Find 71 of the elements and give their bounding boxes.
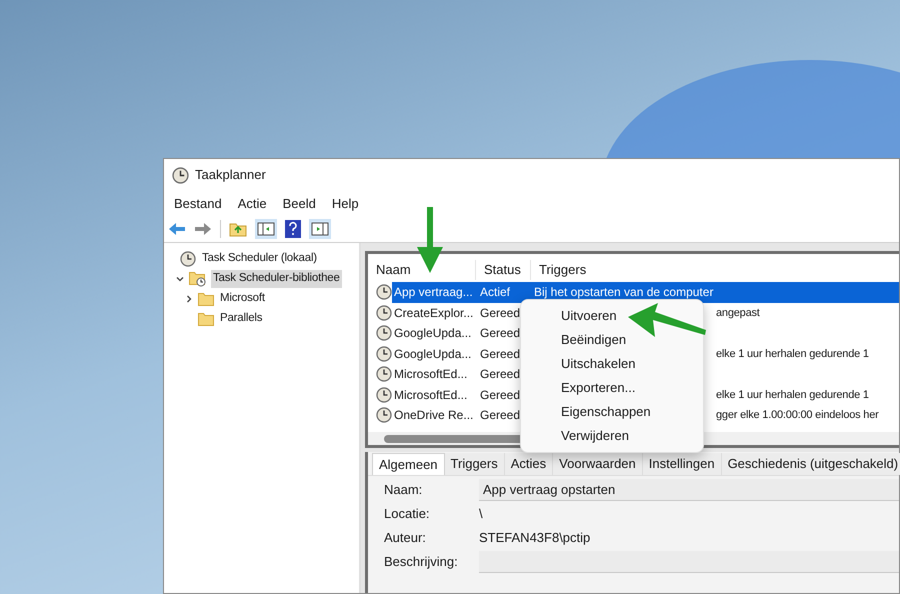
table-cell-text: Gereed [479, 304, 522, 322]
clock-icon [376, 407, 392, 424]
tree-item[interactable]: Parallels [218, 310, 264, 328]
tree-item[interactable]: Task Scheduler (lokaal) [200, 250, 319, 268]
table-cell-text: angepast [716, 306, 760, 320]
panel-icon[interactable] [309, 219, 331, 239]
table-cell-text: Gereed [479, 325, 522, 342]
menu-item[interactable]: Uitschakelen [521, 352, 703, 376]
clock-icon [180, 251, 196, 267]
forward-arrow-icon[interactable] [194, 222, 212, 236]
tab[interactable]: Instellingen [642, 453, 722, 475]
clock-icon [376, 325, 392, 342]
tab[interactable]: Voorwaarden [553, 453, 643, 475]
clock-icon [376, 346, 392, 362]
clock-icon [376, 304, 392, 321]
table-cell-text: elke 1 uur herhalen gedurende 1 [716, 346, 869, 362]
table-cell[interactable]: GoogleUpda... [392, 323, 476, 344]
menu-item[interactable]: Actie [232, 194, 273, 214]
clock-icon [376, 386, 392, 403]
tab[interactable]: Acties [504, 453, 554, 475]
folder-icon [198, 292, 214, 306]
panel-icon[interactable] [255, 219, 277, 239]
menu-item[interactable]: Uitvoeren [521, 304, 703, 328]
table-cell-text: Gereed [479, 386, 522, 404]
clock-icon [376, 366, 392, 382]
chevron-right-icon[interactable] [184, 294, 194, 304]
tab[interactable]: Triggers [444, 453, 505, 475]
table-cell[interactable]: MicrosoftEd... [392, 364, 476, 384]
clock-icon [172, 166, 189, 184]
table-cell[interactable]: OneDrive Re... [392, 405, 476, 426]
chevron-down-icon[interactable] [175, 274, 185, 284]
input-field[interactable]: App vertraag opstarten [479, 479, 899, 501]
table-cell[interactable]: GoogleUpda... [392, 344, 476, 364]
tab[interactable]: Algemeen [372, 453, 445, 475]
table-cell[interactable]: App vertraag... [392, 282, 476, 302]
menu-item[interactable]: Beeld [276, 194, 322, 214]
table-cell-text: Gereed [479, 366, 522, 384]
menu-item[interactable]: Help [326, 194, 365, 214]
field-value: STEFAN43F8\pctip [479, 529, 590, 548]
column-header[interactable]: Triggers [531, 260, 899, 280]
clock-icon [376, 284, 392, 300]
table-cell: Actief [476, 282, 526, 302]
field-value: \ [479, 505, 483, 524]
table-cell-text: Gereed [479, 346, 522, 363]
menu-item[interactable]: Beëindigen [521, 328, 703, 352]
menu-item[interactable]: Verwijderen [521, 424, 703, 448]
folder-icon [198, 312, 214, 326]
help-icon[interactable] [285, 220, 301, 238]
input-field[interactable] [479, 551, 899, 573]
field-label: Auteur: [384, 529, 427, 548]
tree-item[interactable]: Microsoft [218, 290, 267, 308]
menu-item[interactable]: Bestand [168, 194, 228, 214]
tab[interactable]: Geschiedenis (uitgeschakeld) [722, 453, 900, 475]
arrow-drawing [415, 207, 445, 273]
tree-item[interactable]: Task Scheduler-bibliothee [211, 270, 342, 288]
table-cell-text: Gereed [479, 407, 522, 424]
folder-clock-icon [189, 271, 207, 287]
table-cell[interactable]: CreateExplor... [392, 302, 476, 323]
field-label: Beschrijving: [384, 553, 459, 572]
field-label: Locatie: [384, 505, 431, 524]
back-arrow-icon[interactable] [168, 222, 186, 236]
folder-up-icon[interactable] [229, 221, 247, 237]
menu-item[interactable]: Eigenschappen [521, 400, 703, 424]
field-label: Naam: [384, 481, 424, 500]
table-cell[interactable]: MicrosoftEd... [392, 384, 476, 405]
column-header[interactable]: Status [476, 260, 531, 280]
table-cell-text: gger elke 1.00:00:00 eindeloos her [716, 408, 879, 423]
table-cell: Bij het opstarten van de computer [526, 282, 899, 302]
window-title: Taakplanner [195, 166, 266, 184]
menu-item[interactable]: Exporteren... [521, 376, 703, 400]
table-cell-text: elke 1 uur herhalen gedurende 1 [716, 388, 869, 402]
